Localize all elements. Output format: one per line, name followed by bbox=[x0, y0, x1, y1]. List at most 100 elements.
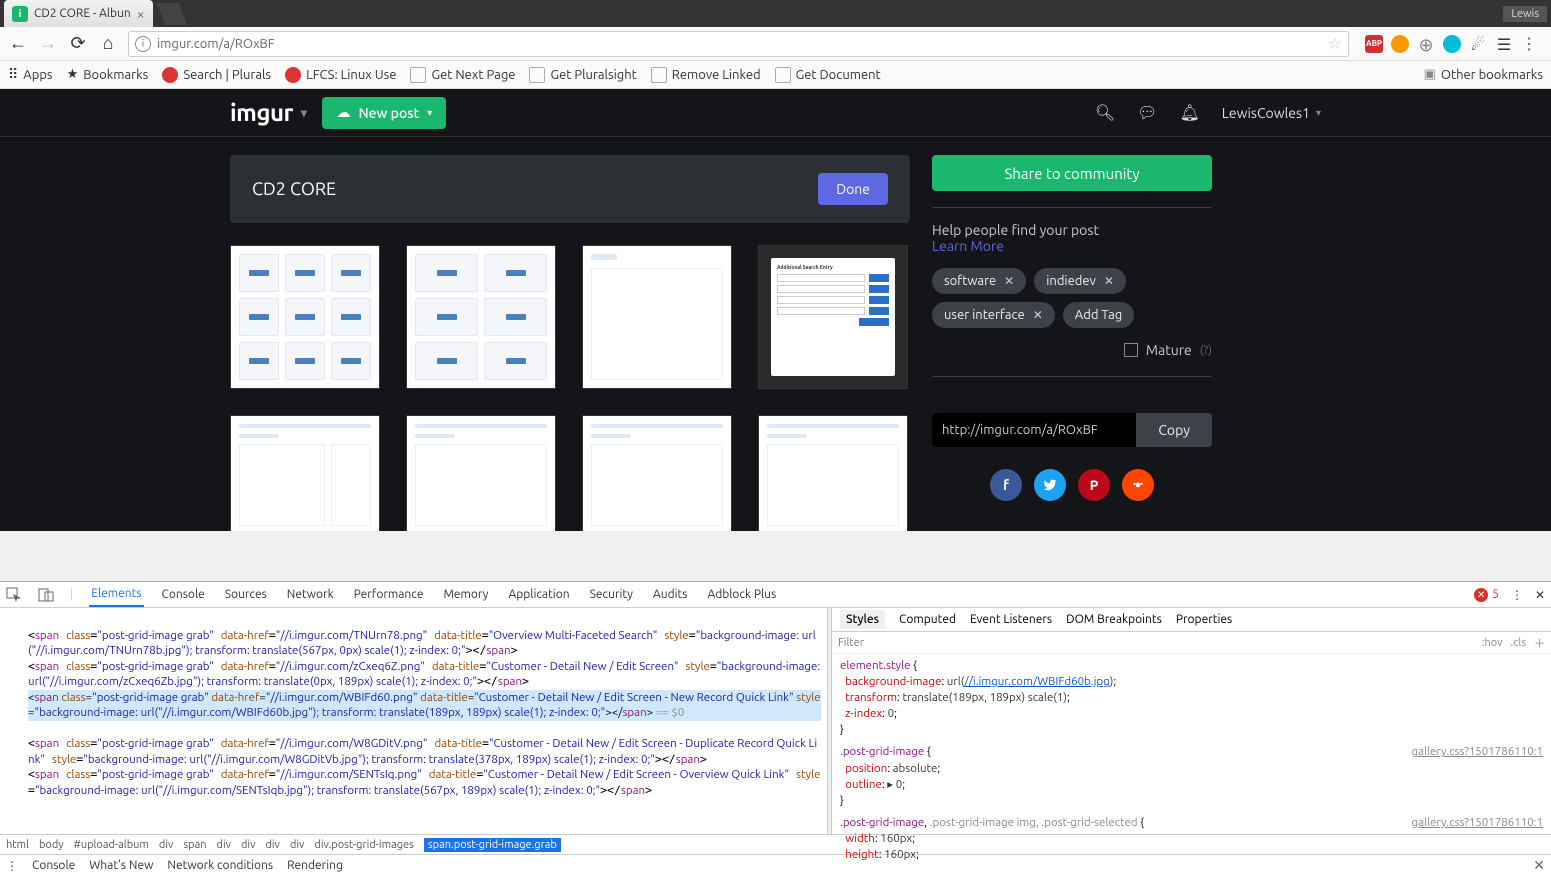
drawer-tab-network-conditions[interactable]: Network conditions bbox=[167, 859, 273, 872]
extension-icon[interactable] bbox=[1443, 35, 1461, 53]
drawer-tab-console[interactable]: Console bbox=[32, 859, 75, 872]
grid-thumbnail[interactable] bbox=[406, 245, 556, 389]
copy-button[interactable]: Copy bbox=[1136, 413, 1212, 447]
tag-chip[interactable]: user interface✕ bbox=[932, 302, 1055, 328]
bookmark-item[interactable]: Search | Plurals bbox=[162, 67, 271, 83]
extension-icon[interactable]: ☄ bbox=[1469, 35, 1487, 53]
forward-icon: → bbox=[38, 33, 58, 54]
styles-tab[interactable]: Styles bbox=[840, 610, 885, 629]
hov-toggle[interactable]: :hov bbox=[1482, 637, 1503, 649]
grid-thumbnail[interactable]: Additional Search Entry bbox=[758, 245, 908, 389]
main-column: CD2 CORE Done Additional Search Entry bbox=[230, 155, 910, 531]
folder-icon: ▣ bbox=[1424, 67, 1436, 82]
reload-icon[interactable]: ⟳ bbox=[68, 33, 88, 54]
site-info-icon[interactable]: i bbox=[135, 36, 151, 52]
inspect-element-icon[interactable] bbox=[6, 587, 22, 603]
page-content: imgur ▾ ☁ New post ▾ 🔍︎ 💬︎ 🔔︎ LewisCowle… bbox=[0, 89, 1551, 531]
add-tag-button[interactable]: Add Tag bbox=[1063, 302, 1135, 328]
dom-breakpoints-tab[interactable]: DOM Breakpoints bbox=[1066, 613, 1162, 626]
help-icon[interactable]: (?) bbox=[1200, 344, 1212, 357]
browser-tab[interactable]: i CD2 CORE - Albun × bbox=[4, 0, 153, 27]
styles-filter-input[interactable] bbox=[838, 637, 1474, 649]
abp-extension-icon[interactable]: ABP bbox=[1365, 35, 1383, 53]
new-style-button[interactable]: ＋ bbox=[1534, 635, 1545, 651]
grid-thumbnail[interactable] bbox=[406, 415, 556, 531]
home-icon[interactable]: ⌂ bbox=[98, 33, 118, 54]
bell-icon[interactable]: 🔔︎ bbox=[1179, 103, 1199, 122]
devtools-tab-network[interactable]: Network bbox=[285, 582, 336, 607]
grid-thumbnail[interactable] bbox=[758, 415, 908, 531]
devtools-tab-memory[interactable]: Memory bbox=[441, 582, 490, 607]
computed-tab[interactable]: Computed bbox=[899, 613, 956, 626]
bookmark-item[interactable]: LFCS: Linux Use bbox=[285, 67, 396, 83]
bookmark-item[interactable]: ★Bookmarks bbox=[67, 67, 149, 82]
tag-chip[interactable]: indiedev✕ bbox=[1034, 268, 1126, 294]
drawer-menu-icon[interactable]: ⋮ bbox=[6, 859, 18, 873]
extension-icon[interactable] bbox=[1391, 35, 1409, 53]
bookmark-favicon bbox=[162, 67, 178, 83]
profile-chip[interactable]: Lewis bbox=[1503, 6, 1547, 22]
site-logo[interactable]: imgur ▾ bbox=[230, 99, 306, 126]
done-button[interactable]: Done bbox=[818, 173, 888, 205]
checkbox-icon[interactable] bbox=[1124, 343, 1138, 357]
event-listeners-tab[interactable]: Event Listeners bbox=[970, 613, 1052, 626]
grid-thumbnail[interactable] bbox=[582, 415, 732, 531]
grid-thumbnail[interactable] bbox=[582, 245, 732, 389]
bookmark-item[interactable]: Get Next Page bbox=[410, 67, 515, 83]
pinterest-icon[interactable]: P bbox=[1078, 469, 1110, 501]
tag-chip[interactable]: software✕ bbox=[932, 268, 1026, 294]
share-url-input[interactable] bbox=[932, 413, 1136, 447]
devtools-tab-performance[interactable]: Performance bbox=[352, 582, 426, 607]
bookmark-star-icon[interactable]: ☆ bbox=[1328, 34, 1342, 53]
url-text: imgur.com/a/ROxBF bbox=[157, 37, 275, 51]
bookmark-item[interactable]: Get Document bbox=[775, 67, 881, 83]
devtools-close-icon[interactable]: ✕ bbox=[1535, 588, 1545, 602]
facebook-icon[interactable]: f bbox=[990, 469, 1022, 501]
new-tab-button[interactable] bbox=[157, 3, 187, 25]
error-badge[interactable]: ✕5 bbox=[1474, 588, 1499, 602]
devtools-tab-adblock[interactable]: Adblock Plus bbox=[705, 582, 778, 607]
drawer-tab-whatsnew[interactable]: What's New bbox=[89, 859, 153, 872]
apps-button[interactable]: ⠿ Apps bbox=[8, 66, 53, 83]
url-bar[interactable]: i imgur.com/a/ROxBF ☆ bbox=[128, 31, 1349, 57]
twitter-icon[interactable] bbox=[1034, 469, 1066, 501]
album-title[interactable]: CD2 CORE bbox=[252, 179, 336, 199]
learn-more-link[interactable]: Learn More bbox=[932, 238, 1212, 254]
chat-icon[interactable]: 💬︎ bbox=[1137, 103, 1157, 122]
drawer-tab-rendering[interactable]: Rendering bbox=[287, 859, 343, 872]
user-menu[interactable]: LewisCowles1 ▾ bbox=[1222, 105, 1321, 121]
grid-thumbnail[interactable] bbox=[230, 415, 380, 531]
other-bookmarks-button[interactable]: ▣ Other bookmarks bbox=[1424, 67, 1543, 82]
mature-toggle[interactable]: Mature (?) bbox=[932, 342, 1212, 358]
share-button[interactable]: Share to community bbox=[932, 155, 1212, 191]
tab-title: CD2 CORE - Albun bbox=[34, 7, 131, 20]
devtools-tab-audits[interactable]: Audits bbox=[651, 582, 690, 607]
styles-rules[interactable]: element.style { background-image: url(//… bbox=[832, 654, 1551, 867]
elements-tree[interactable]: <span class="post-grid-image grab" data-… bbox=[0, 608, 827, 834]
drawer-close-icon[interactable]: ✕ bbox=[1533, 857, 1545, 874]
cls-toggle[interactable]: .cls bbox=[1511, 637, 1526, 649]
properties-tab[interactable]: Properties bbox=[1176, 613, 1232, 626]
remove-tag-icon[interactable]: ✕ bbox=[1004, 274, 1014, 288]
tab-close-icon[interactable]: × bbox=[137, 6, 145, 22]
chevron-down-icon[interactable]: ▾ bbox=[301, 106, 307, 120]
devtools-tab-application[interactable]: Application bbox=[506, 582, 571, 607]
remove-tag-icon[interactable]: ✕ bbox=[1033, 308, 1043, 322]
back-icon[interactable]: ← bbox=[8, 33, 28, 54]
devtools-tab-sources[interactable]: Sources bbox=[223, 582, 269, 607]
extension-icon[interactable]: ☰ bbox=[1495, 35, 1513, 53]
devtools-tab-security[interactable]: Security bbox=[588, 582, 635, 607]
grid-thumbnail[interactable] bbox=[230, 245, 380, 389]
reddit-icon[interactable] bbox=[1122, 469, 1154, 501]
extension-icon[interactable]: ⊕ bbox=[1417, 35, 1435, 53]
search-icon[interactable]: 🔍︎ bbox=[1095, 103, 1115, 122]
browser-menu-icon[interactable]: ⋮ bbox=[1521, 34, 1537, 53]
bookmark-item[interactable]: Get Pluralsight bbox=[529, 67, 636, 83]
devtools-settings-icon[interactable]: ⋮ bbox=[1511, 588, 1523, 602]
devtools-tab-elements[interactable]: Elements bbox=[89, 582, 143, 607]
remove-tag-icon[interactable]: ✕ bbox=[1104, 274, 1114, 288]
bookmark-item[interactable]: Remove Linked bbox=[651, 67, 761, 83]
device-toolbar-icon[interactable] bbox=[38, 587, 54, 603]
new-post-button[interactable]: ☁ New post ▾ bbox=[322, 97, 446, 129]
devtools-tab-console[interactable]: Console bbox=[160, 582, 207, 607]
